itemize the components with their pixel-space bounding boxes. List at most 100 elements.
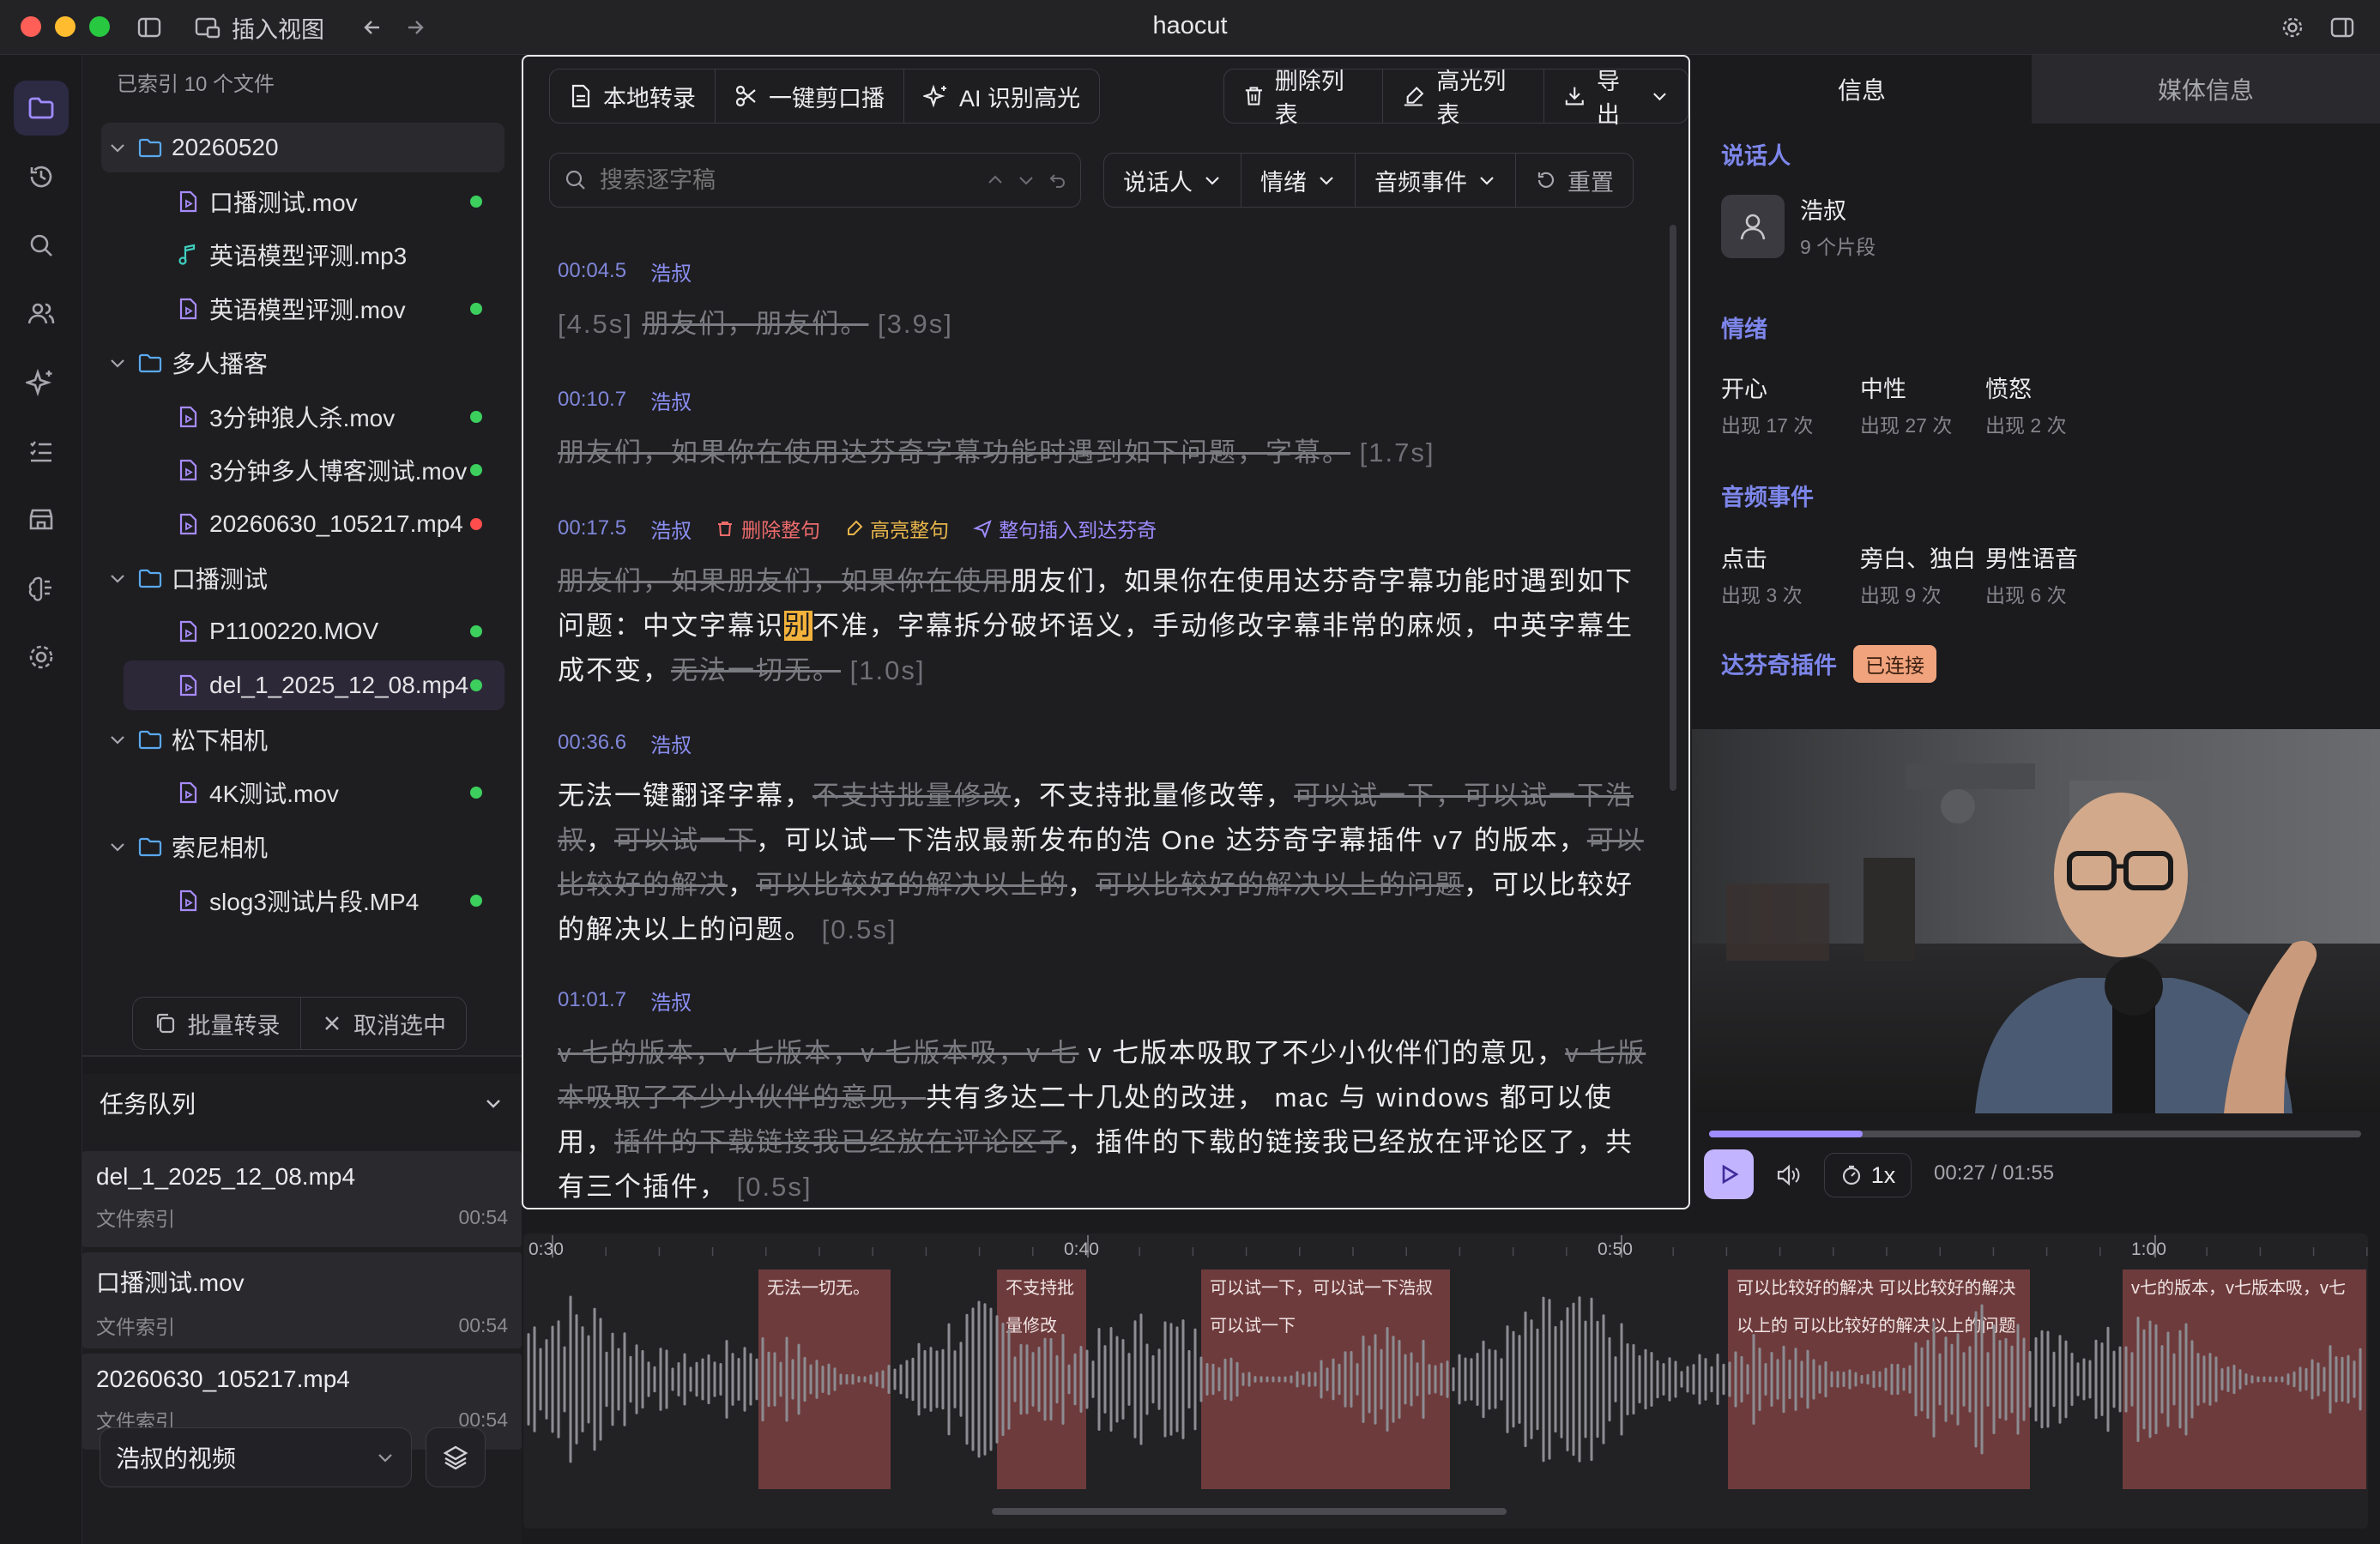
stat-item[interactable]: 愤怒 出现 2 次: [1985, 371, 2067, 438]
stat-item[interactable]: 男性语音 出现 6 次: [1985, 540, 2078, 608]
sparkle-icon: [923, 84, 946, 108]
folder-item[interactable]: 索尼相机: [101, 822, 504, 872]
segment-time[interactable]: 00:17.5: [558, 516, 626, 540]
deleted-text: 插件的下载链接我已经放在评论区子: [614, 1127, 1067, 1157]
segment-time[interactable]: 00:36.6: [558, 731, 626, 755]
file-item[interactable]: del_1_2025_12_08.mp4: [124, 660, 504, 710]
playback-progress-bar[interactable]: [1709, 1131, 2361, 1137]
batch-transcribe-button[interactable]: 批量转录: [133, 998, 301, 1049]
highlight-sentence-button[interactable]: 高亮整句: [844, 514, 949, 543]
segment-speaker[interactable]: 浩叔: [650, 986, 692, 1016]
folder-name: 20260520: [172, 134, 279, 160]
local-transcribe-button[interactable]: 本地转录: [550, 69, 716, 123]
task-duration: 00:54: [458, 1313, 508, 1336]
folder-item[interactable]: 20260520: [101, 123, 504, 172]
chevron-down-icon[interactable]: [108, 569, 127, 588]
folder-item[interactable]: 多人播客: [101, 338, 504, 388]
chevron-down-icon[interactable]: [1017, 171, 1036, 190]
rail-store-icon[interactable]: [14, 492, 69, 547]
stat-item[interactable]: 开心 出现 17 次: [1721, 371, 1813, 438]
cancel-selection-button[interactable]: 取消选中: [301, 998, 466, 1049]
file-item[interactable]: 20260630_105217.mp4: [124, 499, 504, 549]
file-item[interactable]: 3分钟狼人杀.mov: [124, 392, 504, 442]
segment-speaker[interactable]: 浩叔: [650, 385, 692, 415]
folder-item[interactable]: 口播测试: [101, 553, 504, 603]
playback-speed-button[interactable]: 1x: [1824, 1153, 1912, 1197]
file-item[interactable]: 英语模型评测.mp3: [124, 230, 504, 280]
right-panel-toggle-icon[interactable]: [2327, 12, 2358, 43]
tab-media-info[interactable]: 媒体信息: [2032, 55, 2380, 124]
segment-time[interactable]: 01:01.7: [558, 988, 626, 1012]
segment-speaker[interactable]: 浩叔: [650, 514, 692, 544]
settings-gear-icon[interactable]: [2277, 12, 2308, 43]
chevron-down-icon[interactable]: [108, 138, 127, 157]
video-preview[interactable]: [1692, 729, 2380, 1113]
rail-list-icon[interactable]: [14, 424, 69, 479]
transcript-segment[interactable]: 00:36.6 浩叔无法一键翻译字幕，不支持批量修改，不支持批量修改等， 可以试一下…: [558, 726, 1656, 952]
layers-button[interactable]: [426, 1427, 486, 1487]
speaker-filter[interactable]: 说话人: [1104, 154, 1241, 207]
segment-speaker[interactable]: 浩叔: [650, 728, 692, 758]
segment-text[interactable]: 朋友们，如果朋友们，如果你在使用朋友们，如果你在使用达芬奇字幕功能时遇到如下问题…: [558, 559, 1656, 693]
task-queue-header[interactable]: 任务队列: [82, 1074, 522, 1132]
transcript-scrollbar[interactable]: [1670, 225, 1676, 791]
segment-speaker[interactable]: 浩叔: [650, 256, 692, 286]
waveform-timeline[interactable]: 0:30 0:40 0:50 1:00 无法一切无。 不支持批量修改 可以试一下，可以试一…: [522, 1209, 2380, 1544]
emotion-filter[interactable]: 情绪: [1241, 154, 1356, 207]
stat-item[interactable]: 点击 出现 3 次: [1721, 540, 1803, 608]
rail-files-icon[interactable]: [14, 81, 69, 136]
segment-text[interactable]: 朋友们，如果你在使用达芬奇字幕功能时遇到如下问题，字幕。 [1.7s]: [558, 431, 1656, 475]
audio-event-filter[interactable]: 音频事件: [1356, 154, 1516, 207]
transcript-segment[interactable]: 01:01.7 浩叔 v 七的版本，v 七版本，v 七版本吸，v 七 v 七版本吸取…: [558, 983, 1656, 1208]
one-click-cut-button[interactable]: 一键剪口播: [716, 69, 904, 123]
rail-brain-icon[interactable]: [14, 561, 69, 616]
search-input[interactable]: [600, 166, 974, 194]
reset-filter-button[interactable]: 重置: [1516, 154, 1633, 207]
file-item[interactable]: 英语模型评测.mov: [124, 284, 504, 334]
segment-text[interactable]: [4.5s] 朋友们，朋友们。 [3.9s]: [558, 302, 1656, 347]
folder-name: 多人播客: [172, 351, 269, 377]
highlight-list-button[interactable]: 高光列表: [1383, 69, 1545, 128]
chevron-down-icon[interactable]: [108, 730, 127, 749]
segment-text[interactable]: 无法一键翻译字幕，不支持批量修改，不支持批量修改等，可以试一下，可以试一下浩叔，…: [558, 774, 1656, 952]
file-item[interactable]: slog3测试片段.MP4: [124, 876, 504, 926]
file-item[interactable]: 4K测试.mov: [124, 768, 504, 817]
segment-time[interactable]: 00:04.5: [558, 259, 626, 283]
workspace-select[interactable]: 浩叔的视频: [100, 1427, 412, 1487]
transcript-segment[interactable]: 00:10.7 浩叔朋友们，如果你在使用达芬奇字幕功能时遇到如下问题，字幕。 [1…: [558, 383, 1656, 475]
ai-highlight-button[interactable]: AI 识别高光: [904, 69, 1099, 123]
segment-time[interactable]: 00:10.7: [558, 388, 626, 412]
segment-text[interactable]: v 七的版本，v 七版本，v 七版本吸，v 七 v 七版本吸取了不少小伙伴们的意…: [558, 1031, 1656, 1208]
transcript-segment[interactable]: 00:17.5 浩叔 删除整句 高亮整句 整句插入到达芬奇朋友们，如果朋友们，如果你在使…: [558, 511, 1656, 693]
delete-list-button[interactable]: 删除列表: [1224, 69, 1383, 128]
folder-item[interactable]: 松下相机: [101, 715, 504, 764]
file-item[interactable]: P1100220.MOV: [124, 606, 504, 656]
speaker-card[interactable]: 浩叔 9 个片段: [1721, 192, 1876, 260]
undo-icon[interactable]: [1048, 171, 1066, 190]
file-item[interactable]: 3分钟多人博客测试.mov: [124, 445, 504, 495]
deleted-text: 可以比较好的解决以上的: [756, 870, 1067, 900]
file-item[interactable]: 口播测试.mov: [124, 177, 504, 226]
timeline-scrollbar[interactable]: [992, 1508, 1507, 1515]
stat-item[interactable]: 中性 出现 27 次: [1860, 371, 1952, 438]
tab-info[interactable]: 信息: [1692, 55, 2032, 124]
play-button[interactable]: [1704, 1149, 1754, 1199]
one-click-cut-label: 一键剪口播: [769, 85, 885, 112]
rail-history-icon[interactable]: [14, 149, 69, 204]
delete-sentence-button[interactable]: 删除整句: [716, 514, 820, 543]
stat-item[interactable]: 旁白、独白 出现 9 次: [1860, 540, 1976, 608]
volume-button[interactable]: [1771, 1158, 1805, 1192]
rail-sparkle-icon[interactable]: [14, 355, 69, 410]
transcript-segment[interactable]: 00:04.5 浩叔 [4.5s] 朋友们，朋友们。 [3.9s]: [558, 254, 1656, 347]
stat-name: 男性语音: [1985, 546, 2078, 572]
export-button[interactable]: 导出: [1544, 69, 1688, 128]
task-queue-item[interactable]: del_1_2025_12_08.mp4 文件索引 00:54: [82, 1151, 522, 1247]
rail-search-icon[interactable]: [14, 218, 69, 273]
rail-people-icon[interactable]: [14, 286, 69, 341]
insert-to-davinci-button[interactable]: 整句插入到达芬奇: [973, 514, 1157, 543]
chevron-down-icon[interactable]: [108, 353, 127, 372]
rail-settings-icon[interactable]: [14, 630, 69, 685]
chevron-up-icon[interactable]: [986, 171, 1005, 190]
task-queue-item[interactable]: 口播测试.mov 文件索引 00:54: [82, 1252, 522, 1348]
chevron-down-icon[interactable]: [108, 837, 127, 856]
